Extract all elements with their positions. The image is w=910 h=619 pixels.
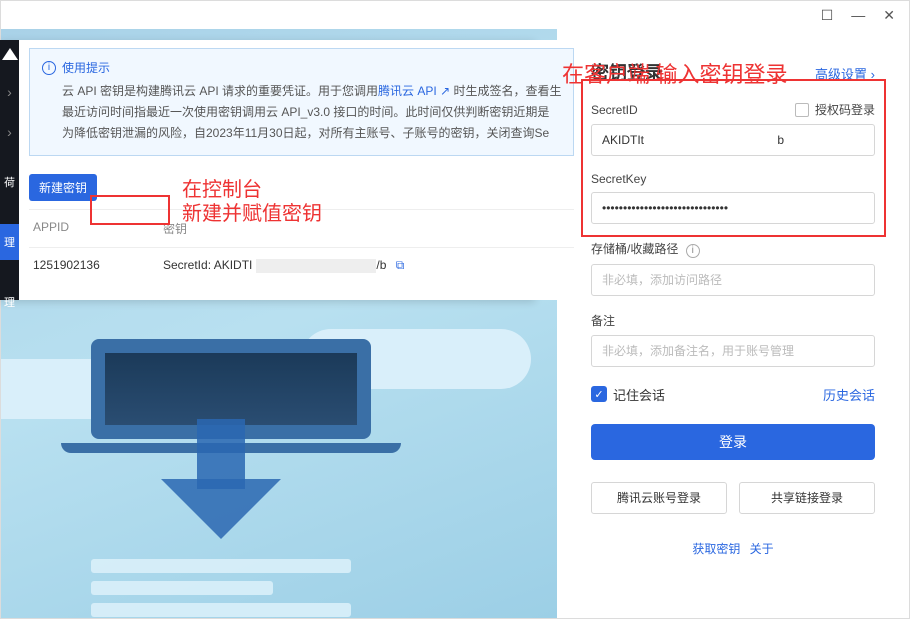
get-key-link[interactable]: 获取密钥 [692, 542, 740, 556]
new-key-button[interactable]: 新建密钥 [29, 174, 97, 201]
annotation-console-text: 在控制台 新建并赋值密钥 [182, 178, 322, 226]
remember-checkbox[interactable]: ✓ 记住会话 [591, 385, 665, 404]
annotation-login-text: 在客户端 输入密钥登录 [562, 62, 788, 88]
sidebar-item[interactable]: 理 [0, 284, 19, 320]
tip-bullet: 为降低密钥泄漏的风险，自2023年11月30日起，对所有主账号、子账号的密钥，关… [62, 124, 561, 141]
minimize-button[interactable]: — [851, 7, 865, 23]
external-link-icon: ↗ [440, 84, 450, 98]
chevron-icon: › [7, 84, 12, 100]
close-button[interactable]: ✕ [883, 7, 895, 24]
console-sidebar: › › 荷 理 理 [0, 40, 19, 300]
history-sessions-link[interactable]: 历史会话 [823, 385, 875, 404]
sidebar-item[interactable]: 理 [0, 224, 19, 260]
annotation-box-new-key [90, 195, 170, 225]
chevron-icon: › [7, 124, 12, 140]
console-overlay: › › 荷 理 理 i 使用提示 云 API 密钥是构建腾讯云 API 请求的重… [0, 40, 535, 300]
tip-bullet: 云 API 密钥是构建腾讯云 API 请求的重要凭证。用于您调用腾讯云 API … [62, 82, 561, 99]
login-button[interactable]: 登录 [591, 424, 875, 460]
tip-heading: 使用提示 [62, 59, 110, 76]
copy-icon[interactable]: ⧉ [396, 258, 405, 272]
logo-icon [2, 48, 18, 60]
arrow-down-icon [161, 479, 281, 539]
doc-deco [91, 559, 351, 618]
remember-label: 记住会话 [613, 385, 665, 404]
tencent-account-login-button[interactable]: 腾讯云账号登录 [591, 482, 727, 514]
appid-value: 1251902136 [33, 258, 163, 273]
bucket-label: 存储桶/收藏路径 i [591, 240, 700, 258]
tencent-api-link[interactable]: 腾讯云 API ↗ [378, 84, 450, 98]
info-icon: i [42, 61, 56, 75]
remark-input[interactable] [591, 335, 875, 367]
tip-box: i 使用提示 云 API 密钥是构建腾讯云 API 请求的重要凭证。用于您调用腾… [29, 48, 574, 156]
sidebar-item[interactable]: 荷 [0, 164, 19, 200]
secret-value: SecretId: AKIDTI/b ⧉ [163, 258, 570, 273]
annotation-box-login [581, 79, 886, 237]
bucket-input[interactable] [591, 264, 875, 296]
about-link[interactable]: 关于 [750, 542, 774, 556]
login-panel: 密钥登录 高级设置 › SecretID 授权码登录 SecretKey [557, 29, 909, 618]
tip-bullet: 最近访问时间指最近一次使用密钥调用云 API_v3.0 接口的时间。此时间仅供判… [62, 103, 561, 120]
mobile-icon[interactable]: ☐ [821, 7, 834, 24]
remark-label: 备注 [591, 312, 615, 329]
share-link-login-button[interactable]: 共享链接登录 [739, 482, 875, 514]
help-icon[interactable]: i [686, 244, 700, 258]
table-row: 1251902136 SecretId: AKIDTI/b ⧉ [29, 248, 574, 283]
